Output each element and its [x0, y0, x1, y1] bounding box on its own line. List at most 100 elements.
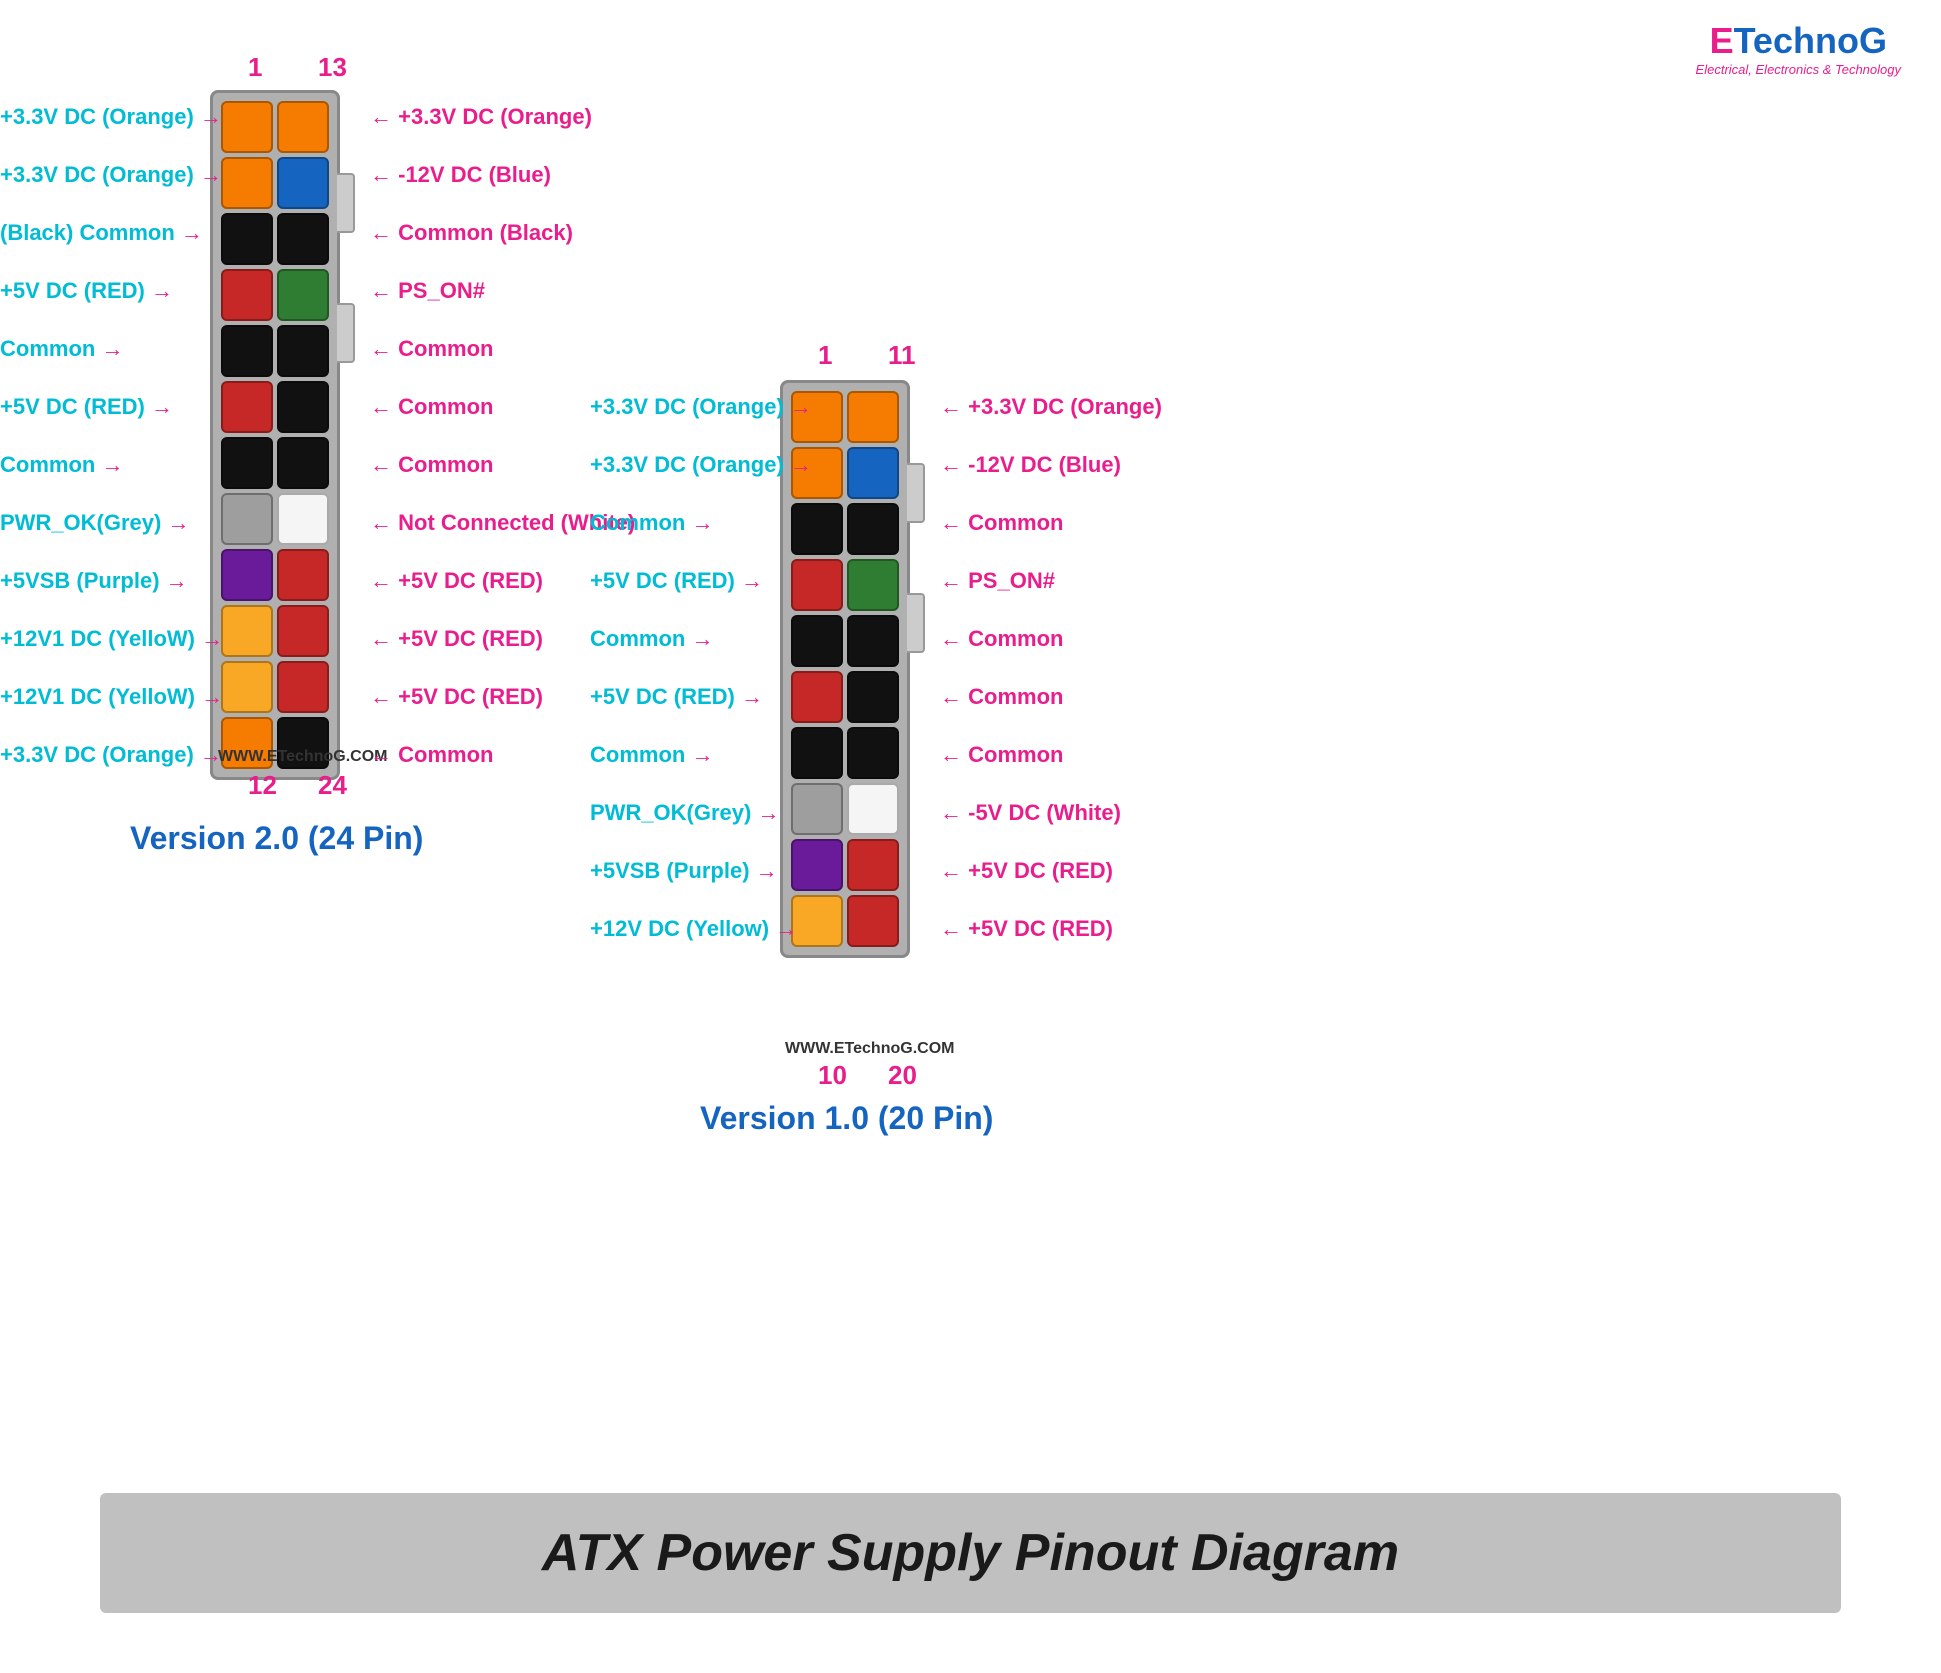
label-20-left-10: +12V DC (Yellow) →: [590, 916, 797, 942]
label-24-left-8: PWR_OK(Grey) →: [0, 510, 189, 536]
watermark-20: WWW.ETechnoG.COM: [785, 1040, 954, 1058]
pin-9-left: [221, 549, 273, 601]
label-24-right-5: ← Common: [370, 336, 493, 362]
pin-row-1: [221, 101, 329, 153]
label-20-left-2: +3.3V DC (Orange) →: [590, 452, 812, 478]
pin-20-7-left: [791, 727, 843, 779]
label-24-left-10: +12V1 DC (YelloW) →: [0, 626, 223, 652]
label-24-left-4: +5V DC (RED) →: [0, 278, 173, 304]
pin-num-11-20: 11: [888, 340, 916, 371]
pin-4-right: [277, 269, 329, 321]
label-20-left-8: PWR_OK(Grey) →: [590, 800, 779, 826]
pin-20-10-right: [847, 895, 899, 947]
pin-1-left: [221, 101, 273, 153]
pin-20-8-left: [791, 783, 843, 835]
label-24-right-1: ← +3.3V DC (Orange): [370, 104, 592, 130]
label-20-right-1: ← +3.3V DC (Orange): [940, 394, 1162, 420]
pin-9-right: [277, 549, 329, 601]
pin-row-4: [221, 269, 329, 321]
pin-20-4-left: [791, 559, 843, 611]
label-20-right-9: ← +5V DC (RED): [940, 858, 1113, 884]
pin-20-row-4: [791, 559, 899, 611]
pin-5-left: [221, 325, 273, 377]
pin-row-11: [221, 661, 329, 713]
pin-num-10-20: 10: [818, 1060, 847, 1091]
pin-7-right: [277, 437, 329, 489]
label-24-right-11: ← +5V DC (RED): [370, 684, 543, 710]
pin-8-right: [277, 493, 329, 545]
label-24-left-5: Common →: [0, 336, 123, 362]
pin-num-1-20: 1: [818, 340, 832, 371]
label-20-left-6: +5V DC (RED) →: [590, 684, 763, 710]
label-20-right-4: ← PS_ON#: [940, 568, 1055, 594]
pin-10-right: [277, 605, 329, 657]
label-24-right-9: ← +5V DC (RED): [370, 568, 543, 594]
pin-3-left: [221, 213, 273, 265]
label-20-left-9: +5VSB (Purple) →: [590, 858, 778, 884]
label-24-left-11: +12V1 DC (YelloW) →: [0, 684, 223, 710]
pin-20-7-right: [847, 727, 899, 779]
latch-top-24: [337, 173, 355, 233]
pin-num-13-24: 13: [318, 52, 347, 83]
pin-20-5-right: [847, 615, 899, 667]
pin-2-left: [221, 157, 273, 209]
pin-row-3: [221, 213, 329, 265]
label-20-right-6: ← Common: [940, 684, 1063, 710]
label-20-right-2: ← -12V DC (Blue): [940, 452, 1121, 478]
title-bar: ATX Power Supply Pinout Diagram: [100, 1493, 1841, 1613]
pin-6-right: [277, 381, 329, 433]
label-20-right-7: ← Common: [940, 742, 1063, 768]
pin-3-right: [277, 213, 329, 265]
pin-num-24-24: 24: [318, 770, 347, 801]
pin-20-row-7: [791, 727, 899, 779]
page: ETechnoG Electrical, Electronics & Techn…: [0, 0, 1941, 1673]
label-20-left-1: +3.3V DC (Orange) →: [590, 394, 812, 420]
label-20-left-5: Common →: [590, 626, 713, 652]
label-24-left-9: +5VSB (Purple) →: [0, 568, 188, 594]
pin-row-7: [221, 437, 329, 489]
label-24-left-6: +5V DC (RED) →: [0, 394, 173, 420]
pin-20-row-9: [791, 839, 899, 891]
pin-10-left: [221, 605, 273, 657]
pin-11-left: [221, 661, 273, 713]
pin-20-1-right: [847, 391, 899, 443]
pin-20-8-right: [847, 783, 899, 835]
label-24-right-4: ← PS_ON#: [370, 278, 485, 304]
logo-technog: TechnoG: [1734, 20, 1887, 61]
pin-8-left: [221, 493, 273, 545]
latch-top-20: [907, 463, 925, 523]
pin-1-right: [277, 101, 329, 153]
version-20-label: Version 1.0 (20 Pin): [700, 1100, 993, 1137]
label-20-left-4: +5V DC (RED) →: [590, 568, 763, 594]
label-24-left-2: +3.3V DC (Orange) →: [0, 162, 222, 188]
label-24-right-6: ← Common: [370, 394, 493, 420]
pin-row-9: [221, 549, 329, 601]
pin-20-6-right: [847, 671, 899, 723]
label-20-right-8: ← -5V DC (White): [940, 800, 1121, 826]
label-20-right-5: ← Common: [940, 626, 1063, 652]
label-20-right-10: ← +5V DC (RED): [940, 916, 1113, 942]
label-24-left-12: +3.3V DC (Orange) →: [0, 742, 222, 768]
logo: ETechnoG Electrical, Electronics & Techn…: [1696, 20, 1901, 77]
watermark-24: WWW.ETechnoG.COM: [218, 748, 387, 766]
label-24-right-3: ← Common (Black): [370, 220, 573, 246]
pin-20-row-10: [791, 895, 899, 947]
version-24-label: Version 2.0 (24 Pin): [130, 820, 423, 857]
pin-20-row-3: [791, 503, 899, 555]
pin-20-row-8: [791, 783, 899, 835]
logo-e: E: [1710, 20, 1734, 61]
pin-20-6-left: [791, 671, 843, 723]
pin-num-1-24: 1: [248, 52, 262, 83]
pin-20-9-left: [791, 839, 843, 891]
label-20-right-3: ← Common: [940, 510, 1063, 536]
pin-num-12-24: 12: [248, 770, 277, 801]
label-24-left-1: +3.3V DC (Orange) →: [0, 104, 222, 130]
pin-20-5-left: [791, 615, 843, 667]
label-20-left-3: Common →: [590, 510, 713, 536]
label-24-right-12: ← Common: [370, 742, 493, 768]
pin-4-left: [221, 269, 273, 321]
pin-num-20-20: 20: [888, 1060, 917, 1091]
pin-20-3-left: [791, 503, 843, 555]
pin-20-2-right: [847, 447, 899, 499]
pin-7-left: [221, 437, 273, 489]
